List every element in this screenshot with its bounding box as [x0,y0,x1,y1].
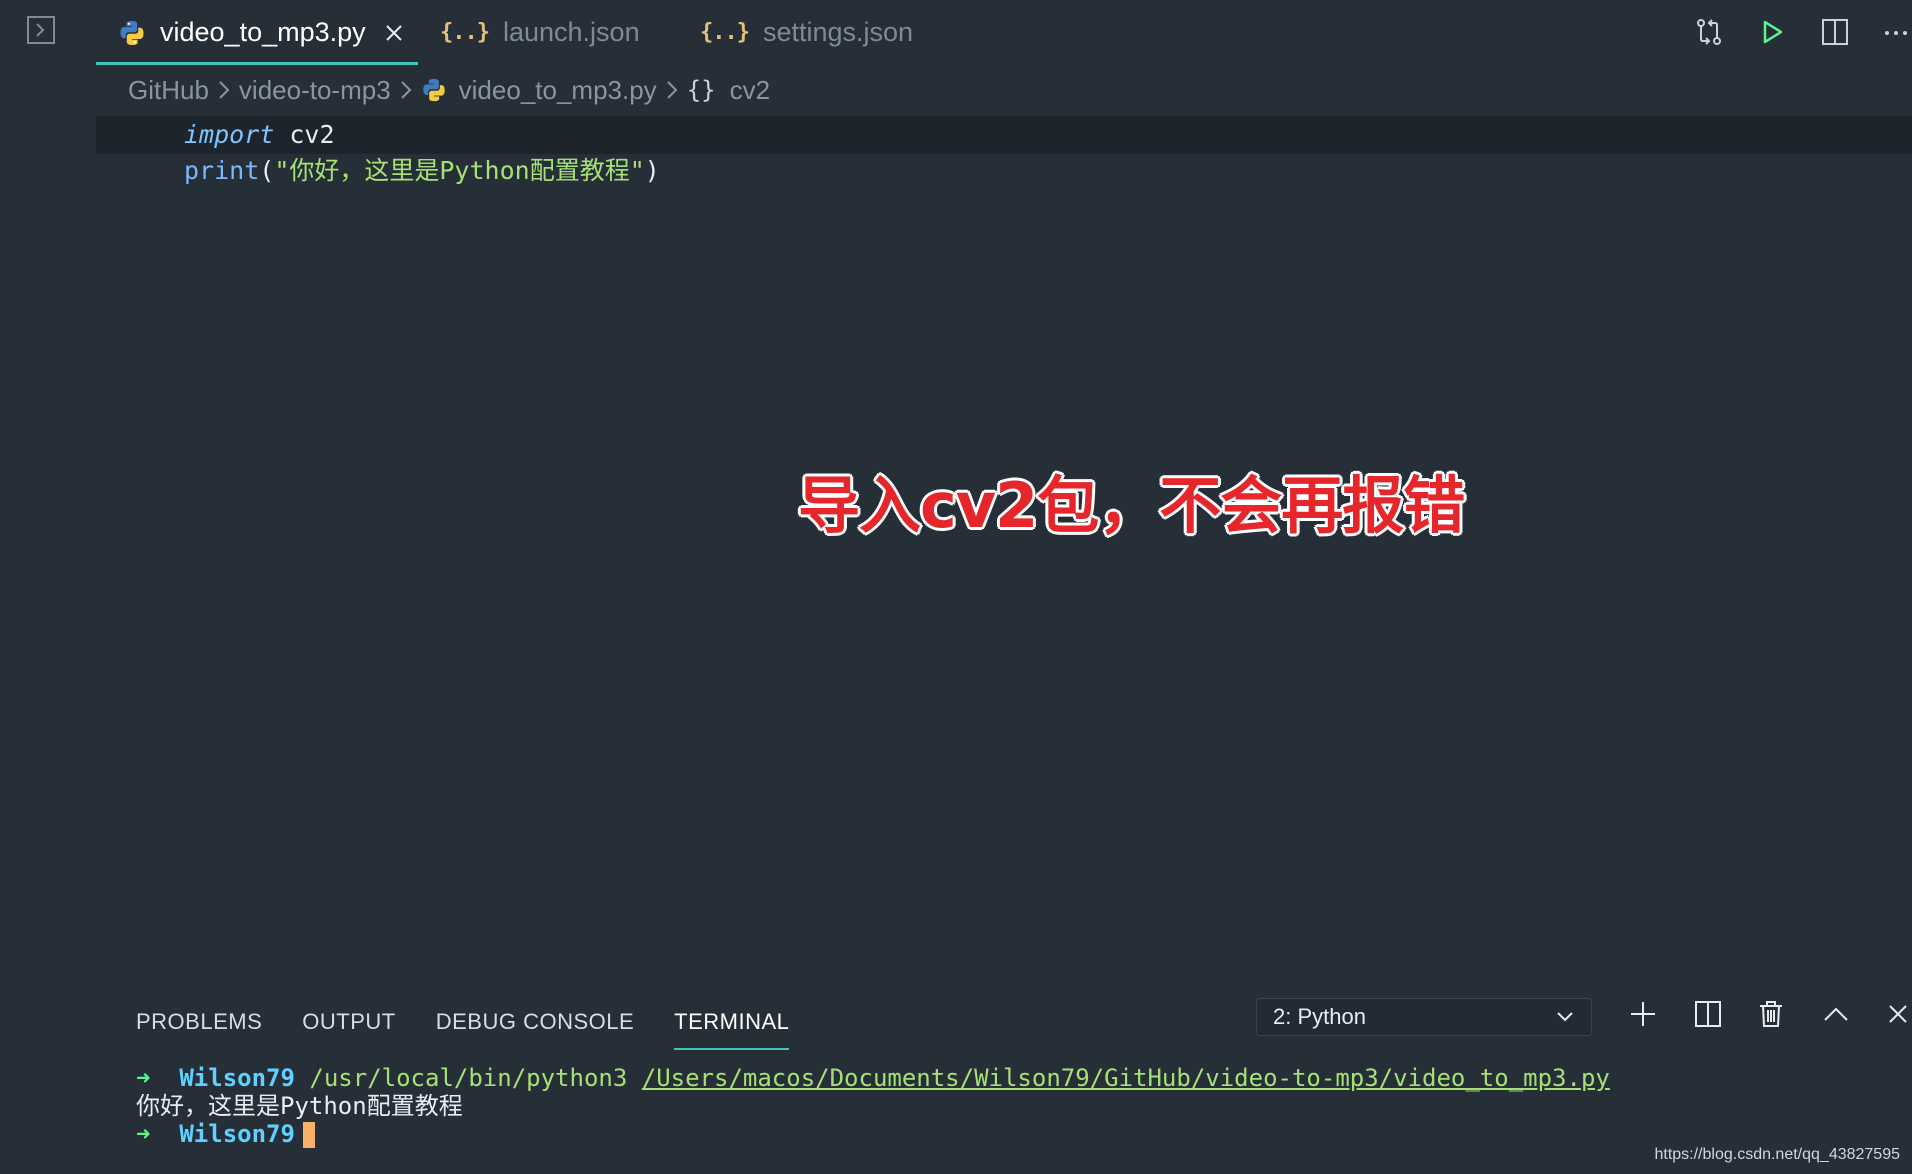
breadcrumb-item-github[interactable]: GitHub [128,75,209,106]
tab-label: video_to_mp3.py [160,17,366,47]
close-icon[interactable] [384,23,404,43]
current-line-highlight [96,116,1912,154]
ellipsis-icon [1885,31,1907,35]
split-terminal-button[interactable] [1694,999,1722,1029]
script-path-link[interactable]: /Users/macos/Documents/Wilson79/GitHub/v… [642,1064,1610,1092]
tab-output[interactable]: OUTPUT [302,998,395,1046]
python-icon [421,77,447,103]
module-braces-icon: {} [686,76,716,104]
terminal-cursor [302,1122,315,1148]
new-terminal-button[interactable] [1628,999,1658,1029]
breadcrumb: GitHub video-to-mp3 video_to_mp3.py {} c… [128,70,770,110]
chevron-right-icon [217,79,231,101]
run-button[interactable] [1758,14,1786,50]
chevron-right-icon [399,79,413,101]
terminal-line-2: 你好，这里是Python配置教程 [136,1092,463,1120]
split-editor-icon [1822,19,1848,45]
close-panel-button[interactable] [1888,999,1908,1029]
git-compare-icon [1697,19,1721,45]
split-terminal-icon [1695,1001,1721,1027]
close-icon [1889,1005,1907,1023]
editor-tab-bar: video_to_mp3.py {..} launch.json {..} se… [0,0,1912,65]
terminal-select-value: 2: Python [1273,1004,1366,1029]
active-tab-indicator [96,62,418,65]
kill-terminal-button[interactable] [1758,999,1784,1029]
annotation-text: 导入cv2包，不会再报错 [798,469,1465,542]
watermark: https://blog.csdn.net/qq_43827595 [1654,1146,1900,1163]
python-icon [118,19,146,47]
play-icon [1763,20,1783,44]
more-actions-button[interactable] [1884,14,1910,50]
tab-debug-console[interactable]: DEBUG CONSOLE [436,998,634,1046]
tab-video-to-mp3[interactable]: video_to_mp3.py [96,0,418,65]
maximize-panel-button[interactable] [1822,999,1850,1029]
code-line-2[interactable]: print("你好，这里是Python配置教程") [184,153,660,189]
compare-changes-button[interactable] [1694,14,1724,50]
code-line-1[interactable]: import cv2 [184,117,335,153]
tab-label: settings.json [762,17,914,47]
tab-settings-json[interactable]: {..} settings.json [700,0,913,65]
terminal-select[interactable]: 2: Python [1256,998,1592,1036]
breadcrumb-item-symbol[interactable]: cv2 [730,75,770,106]
tab-launch-json[interactable]: {..} launch.json [440,0,640,65]
breadcrumb-item-folder[interactable]: video-to-mp3 [239,75,391,106]
tab-terminal[interactable]: TERMINAL [674,998,790,1050]
tab-problems[interactable]: PROBLEMS [136,998,262,1046]
plus-icon [1631,1002,1655,1026]
tab-label: launch.json [502,17,640,47]
json-icon: {..} [440,20,490,45]
breadcrumb-item-file[interactable]: video_to_mp3.py [459,75,657,106]
terminal-line-1[interactable]: ➜ Wilson79 /usr/local/bin/python3 /Users… [136,1064,1610,1092]
panel-tab-bar: PROBLEMS OUTPUT DEBUG CONSOLE TERMINAL [136,998,829,1050]
terminal-line-3[interactable]: ➜ Wilson79 [136,1120,315,1148]
chevron-down-icon [1557,1012,1573,1022]
active-tab-indicator [674,1048,790,1050]
trash-icon [1760,1001,1782,1027]
json-icon: {..} [700,20,750,45]
chevron-right-icon [665,79,679,101]
split-editor-button[interactable] [1820,14,1850,50]
chevron-up-icon [1824,1007,1848,1021]
